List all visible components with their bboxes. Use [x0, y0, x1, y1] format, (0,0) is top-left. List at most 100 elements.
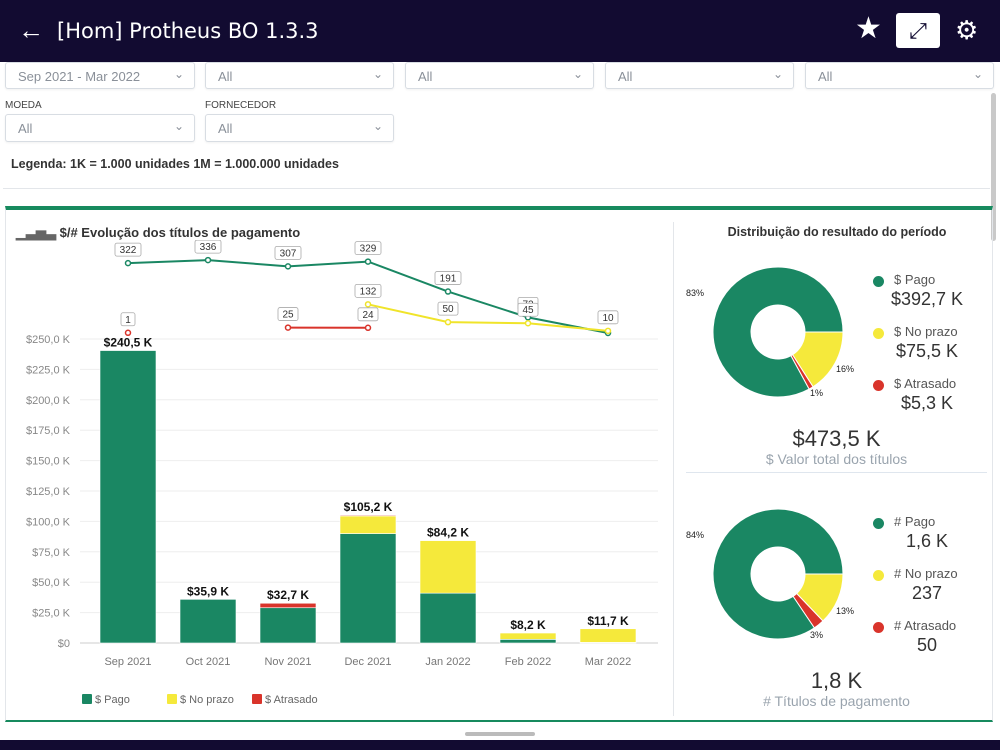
bar-segment [259, 602, 317, 609]
chevron-down-icon: ⌄ [173, 67, 184, 81]
legend-label: $ Pago [95, 694, 130, 706]
bar-total-label: $240,5 K [104, 336, 153, 350]
data-label: 1 [125, 315, 131, 326]
bar-segment [99, 350, 157, 644]
legend-value: $392,7 K [890, 289, 964, 309]
data-label: 10 [602, 313, 614, 324]
evolution-chart: $0 $25,0 K $50,0 K $75,0 K $100,0 K $125,0 K $… [26, 240, 658, 668]
filter-3[interactable]: All ⌄ [405, 62, 594, 89]
legend-note: Legenda: 1K = 1.000 unidades 1M = 1.000.… [11, 157, 339, 171]
legend-dot [873, 380, 884, 391]
x-tick-label: Nov 2021 [264, 656, 311, 668]
divider [3, 188, 990, 189]
y-tick-label: $175,0 K [26, 425, 71, 437]
legend-pago[interactable]: $ Pago [82, 694, 130, 706]
x-tick-label: Dec 2021 [344, 656, 391, 668]
legend-label: # Pago [894, 514, 936, 529]
y-tick-label: $200,0 K [26, 395, 71, 407]
legend-label: $ Atrasado [265, 694, 318, 706]
y-tick-label: $150,0 K [26, 456, 71, 468]
line-point [444, 288, 452, 295]
bottom-bar [0, 740, 1000, 750]
slice-pct-label: 3% [810, 630, 824, 640]
moeda-filter[interactable]: All ⌄ [5, 114, 195, 142]
moeda-label: MOEDA [5, 100, 42, 111]
legend-dot [873, 518, 884, 529]
legend-dot [873, 622, 884, 633]
value-total-caption: $ Valor total dos títulos [765, 451, 908, 467]
data-label: 191 [440, 274, 457, 285]
slice-pct-label: 84% [686, 530, 705, 540]
data-label: 329 [360, 244, 377, 255]
app-header: ← [Hom] Protheus BO 1.3.3 ★ ⤢ ⚙ [0, 0, 1000, 62]
legend-atrasado[interactable]: $ Atrasado [252, 694, 318, 706]
legend-dot [873, 276, 884, 287]
expand-icon[interactable]: ⤢ [896, 13, 940, 48]
y-tick-label: $250,0 K [26, 334, 71, 346]
fornecedor-filter[interactable]: All ⌄ [205, 114, 394, 142]
y-tick-label: $50,0 K [32, 577, 71, 589]
gear-icon[interactable]: ⚙ [955, 15, 978, 45]
legend-label: $ No prazo [894, 324, 958, 339]
legend-value: 1,6 K [905, 531, 949, 551]
line-point [364, 258, 372, 265]
bar-segment [499, 639, 557, 644]
chevron-down-icon: ⌄ [173, 119, 184, 133]
filter-4[interactable]: All ⌄ [605, 62, 794, 89]
line-point [124, 329, 132, 337]
chevron-down-icon: ⌄ [572, 67, 583, 81]
line-point [364, 324, 372, 332]
fornecedor-label: FORNECEDOR [205, 100, 277, 111]
divider [673, 222, 674, 716]
chart-title-text: $/# Evolução dos títulos de pagamento [59, 225, 301, 240]
bar-total-label: $32,7 K [267, 588, 309, 602]
filter-value: All [618, 69, 633, 84]
data-label: 50 [442, 304, 454, 315]
chevron-down-icon: ⌄ [372, 67, 383, 81]
bar-total-label: $84,2 K [427, 526, 469, 540]
bar-total-label: $11,7 K [587, 614, 629, 628]
legend-swatch [82, 694, 92, 704]
bar-chart-icon: ▁▃▅▃ [16, 225, 56, 240]
line-point [284, 263, 292, 270]
legend-label: # Atrasado [894, 618, 957, 633]
legend-swatch [252, 694, 262, 704]
data-label: 307 [280, 248, 297, 259]
star-icon[interactable]: ★ [855, 14, 882, 44]
bar-total-label: $8,2 K [510, 618, 546, 632]
y-tick-label: $0 [58, 638, 70, 650]
value-donut [712, 266, 844, 398]
count-total: 1,8 K [810, 668, 863, 693]
y-tick-label: $125,0 K [26, 486, 71, 498]
bar-total-label: $35,9 K [187, 584, 229, 598]
period-filter[interactable]: Sep 2021 - Mar 2022 ⌄ [5, 62, 195, 89]
line-point [524, 319, 532, 327]
legend-label: $ Pago [894, 272, 936, 287]
y-tick-label: $25,0 K [32, 608, 71, 620]
arrow-left-icon[interactable]: ← [18, 17, 44, 43]
legend-no-prazo[interactable]: $ No prazo [167, 694, 234, 706]
data-label: 322 [120, 245, 137, 256]
filter-5[interactable]: All ⌄ [805, 62, 994, 89]
legend-label: # No prazo [894, 566, 958, 581]
legend-dot [873, 328, 884, 339]
filter-2[interactable]: All ⌄ [205, 62, 394, 89]
chevron-down-icon: ⌄ [772, 67, 783, 81]
legend-swatch [167, 694, 177, 704]
period-filter-value: Sep 2021 - Mar 2022 [18, 69, 141, 84]
distribution-title: Distribuição do resultado do período [727, 225, 947, 239]
filter-value: All [418, 69, 433, 84]
count-total-caption: # Títulos de pagamento [763, 693, 910, 709]
x-tick-label: Sep 2021 [104, 656, 151, 668]
y-tick-label: $225,0 K [26, 364, 71, 376]
y-tick-label: $75,0 K [32, 547, 71, 559]
bar-segment [419, 540, 477, 594]
slice-pct-label: 1% [810, 388, 824, 398]
home-indicator [465, 732, 535, 736]
legend-label: $ No prazo [180, 694, 234, 706]
legend-value: 50 [916, 635, 938, 655]
line-point [604, 327, 612, 335]
line-point [444, 318, 452, 326]
fornecedor-value: All [218, 121, 233, 136]
bar-segment [499, 632, 557, 640]
